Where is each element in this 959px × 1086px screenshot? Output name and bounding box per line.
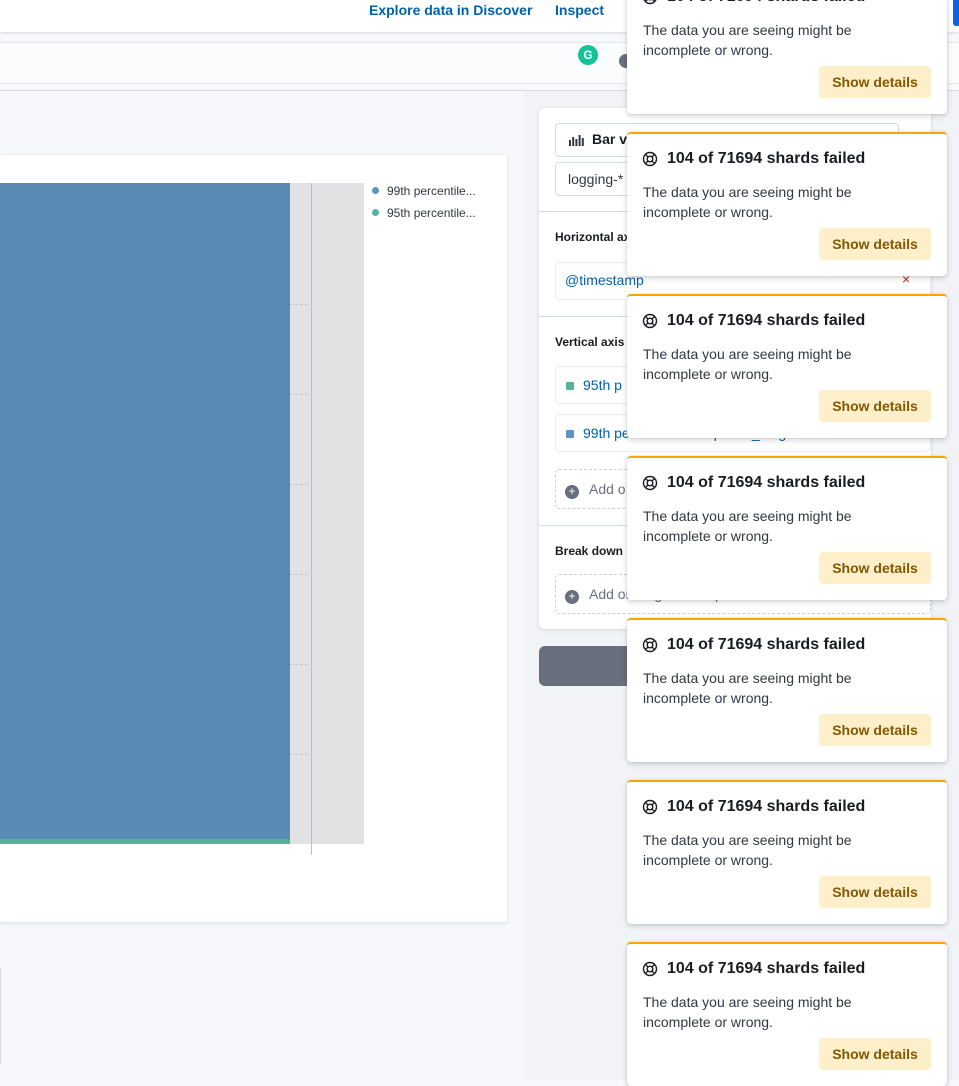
toast-title: 104 of 71694 shards failed: [667, 150, 866, 167]
bar-chart-icon: [569, 135, 584, 146]
toast-message: The data you are seeing might be incompl…: [643, 994, 852, 1030]
current-time-marker: [311, 183, 312, 855]
help-icon: [642, 313, 658, 329]
show-details-button[interactable]: Show details: [819, 390, 931, 422]
warning-toast: 104 of 71694 shards failed The data you a…: [627, 294, 947, 438]
save-button-edge[interactable]: [953, 0, 959, 26]
help-icon: [642, 0, 658, 5]
bar-95th-percentile[interactable]: [0, 839, 290, 844]
help-icon: [642, 151, 658, 167]
toast-message: The data you are seeing might be incompl…: [643, 346, 852, 382]
toast-message: The data you are seeing might be incompl…: [643, 832, 852, 868]
warning-toast: 104 of 71694 shards failed The data you a…: [627, 942, 947, 1086]
series-color-icon: [566, 382, 574, 390]
gridline: [290, 304, 308, 305]
toast-title: 104 of 71694 shards failed: [667, 474, 866, 491]
help-icon: [642, 799, 658, 815]
toast-message: The data you are seeing might be incompl…: [643, 184, 852, 220]
chart-empty-region: [290, 183, 364, 844]
toast-title: 104 of 71694 shards failed: [667, 0, 865, 6]
show-details-button[interactable]: Show details: [819, 228, 931, 260]
toast-title: 104 of 71694 shards failed: [667, 960, 866, 977]
warning-toast: 104 of 71694 shards failed The data you a…: [627, 618, 947, 762]
gridline: [290, 484, 308, 485]
gridline: [290, 754, 308, 755]
gridline: [290, 664, 308, 665]
warning-toast: 104 of 71694 shards failed The data you a…: [627, 456, 947, 600]
grammarly-icon[interactable]: G: [578, 45, 598, 65]
legend-label: 95th percentile...: [387, 206, 476, 220]
legend-dot-icon: [372, 187, 379, 194]
help-icon: [642, 961, 658, 977]
vertical-field-label: 95th p: [583, 377, 622, 393]
legend-item[interactable]: 99th percentile...: [372, 184, 476, 198]
show-details-button[interactable]: Show details: [819, 1038, 931, 1070]
inspect-link[interactable]: Inspect: [555, 2, 604, 18]
show-details-button[interactable]: Show details: [819, 66, 931, 98]
help-icon: [642, 475, 658, 491]
legend-dot-icon: [372, 209, 379, 216]
explore-in-discover-link[interactable]: Explore data in Discover: [369, 2, 532, 18]
toast-message: The data you are seeing might be incompl…: [643, 670, 852, 706]
show-details-button[interactable]: Show details: [819, 714, 931, 746]
warning-toast: 104 of 71694 shards failed The data you a…: [627, 132, 947, 276]
bar-shade: [0, 183, 290, 843]
plus-icon: +: [565, 485, 579, 499]
show-details-button[interactable]: Show details: [819, 876, 931, 908]
legend-item[interactable]: 95th percentile...: [372, 206, 476, 220]
legend-label: 99th percentile...: [387, 184, 476, 198]
help-icon: [642, 637, 658, 653]
toast-message: The data you are seeing might be incompl…: [643, 508, 852, 544]
breakdown-label: Break down: [555, 544, 624, 558]
horizontal-axis-label: Horizontal ax: [555, 230, 631, 244]
toast-title: 104 of 71694 shards failed: [667, 798, 866, 815]
add-field-label: Add o: [589, 481, 626, 497]
vertical-axis-label: Vertical axis: [555, 335, 625, 349]
index-pattern-label: logging-*: [568, 171, 624, 187]
show-details-button[interactable]: Show details: [819, 552, 931, 584]
plus-icon: +: [565, 590, 579, 604]
toast-message: The data you are seeing might be incompl…: [643, 22, 852, 58]
gridline: [290, 574, 308, 575]
series-color-icon: [566, 430, 574, 438]
warning-toast: 104 of 71694 shards failed The data you a…: [627, 0, 947, 114]
warning-toast: 104 of 71694 shards failed The data you a…: [627, 780, 947, 924]
toast-title: 104 of 71694 shards failed: [667, 636, 866, 653]
toast-title: 104 of 71694 shards failed: [667, 312, 866, 329]
bottom-panel-edge: [0, 968, 1, 1064]
gridline: [290, 394, 308, 395]
